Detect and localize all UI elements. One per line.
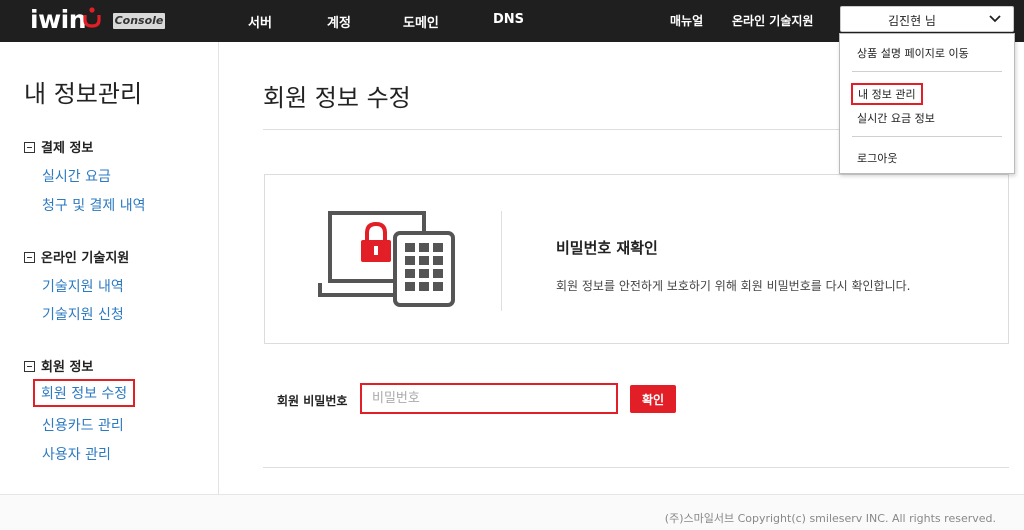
recheck-description: 회원 정보를 안전하게 보호하기 위해 회원 비밀번호를 다시 확인합니다. bbox=[556, 279, 911, 293]
collapse-icon bbox=[24, 361, 35, 372]
confirm-button[interactable]: 확인 bbox=[630, 385, 676, 413]
logo[interactable]: iwin bbox=[30, 5, 87, 34]
user-dropdown-menu: 상품 설명 페이지로 이동 내 정보 관리 실시간 요금 정보 로그아웃 bbox=[839, 33, 1015, 174]
manual-link[interactable]: 매뉴얼 bbox=[670, 12, 703, 29]
nav-domain[interactable]: 도메인 bbox=[403, 12, 439, 31]
sidebar-title: 내 정보관리 bbox=[24, 80, 143, 108]
online-support-link[interactable]: 온라인 기술지원 bbox=[732, 12, 813, 29]
logo-smile-icon bbox=[83, 7, 101, 28]
sidebar-item-realtime-fee[interactable]: 실시간 요금 bbox=[42, 166, 111, 186]
sidebar-item-billing-history[interactable]: 청구 및 결제 내역 bbox=[42, 195, 146, 215]
sidebar-group-support[interactable]: 온라인 기술지원 bbox=[24, 247, 129, 266]
menu-separator bbox=[852, 136, 1002, 137]
recheck-title: 비밀번호 재확인 bbox=[556, 239, 658, 257]
sidebar: 내 정보관리 결제 정보 실시간 요금 청구 및 결제 내역 온라인 기술지원 … bbox=[0, 42, 219, 494]
sidebar-group-payment[interactable]: 결제 정보 bbox=[24, 137, 93, 156]
laptop-lock-keypad-icon bbox=[318, 211, 455, 307]
password-label: 회원 비밀번호 bbox=[277, 394, 348, 408]
menu-item-logout[interactable]: 로그아웃 bbox=[857, 150, 897, 166]
copyright-text: (주)스마일서브 Copyright(c) smileserv INC. All… bbox=[664, 512, 996, 525]
page-title: 회원 정보 수정 bbox=[263, 84, 411, 112]
nav-account[interactable]: 계정 bbox=[327, 12, 351, 31]
sidebar-group-label: 회원 정보 bbox=[41, 360, 94, 375]
footer: (주)스마일서브 Copyright(c) smileserv INC. All… bbox=[0, 494, 1024, 530]
user-menu-button[interactable]: 김진현 님 bbox=[840, 6, 1014, 32]
sidebar-item-support-history[interactable]: 기술지원 내역 bbox=[42, 276, 124, 296]
form-divider bbox=[263, 467, 1009, 468]
menu-separator bbox=[852, 71, 1002, 72]
menu-item-product-page[interactable]: 상품 설명 페이지로 이동 bbox=[857, 45, 969, 61]
sidebar-item-credit-card[interactable]: 신용카드 관리 bbox=[42, 415, 124, 435]
nav-server[interactable]: 서버 bbox=[248, 12, 272, 31]
menu-item-my-info[interactable]: 내 정보 관리 bbox=[851, 83, 923, 105]
menu-item-realtime-fee[interactable]: 실시간 요금 정보 bbox=[857, 110, 935, 126]
sidebar-item-user-management[interactable]: 사용자 관리 bbox=[42, 444, 111, 464]
sidebar-group-label: 결제 정보 bbox=[41, 141, 94, 156]
collapse-icon bbox=[24, 142, 35, 153]
console-badge: Console bbox=[113, 13, 165, 29]
password-recheck-panel: 비밀번호 재확인 회원 정보를 안전하게 보호하기 위해 회원 비밀번호를 다시… bbox=[264, 174, 1009, 344]
password-input[interactable] bbox=[360, 383, 618, 414]
user-name: 김진현 님 bbox=[888, 14, 936, 28]
sidebar-item-edit-member-info[interactable]: 회원 정보 수정 bbox=[33, 379, 136, 407]
chevron-down-icon bbox=[989, 15, 1001, 23]
sidebar-group-member[interactable]: 회원 정보 bbox=[24, 356, 93, 375]
sidebar-item-support-request[interactable]: 기술지원 신청 bbox=[42, 304, 124, 324]
panel-separator bbox=[501, 211, 502, 311]
sidebar-group-label: 온라인 기술지원 bbox=[41, 251, 130, 266]
collapse-icon bbox=[24, 252, 35, 263]
nav-dns[interactable]: DNS bbox=[493, 12, 524, 27]
